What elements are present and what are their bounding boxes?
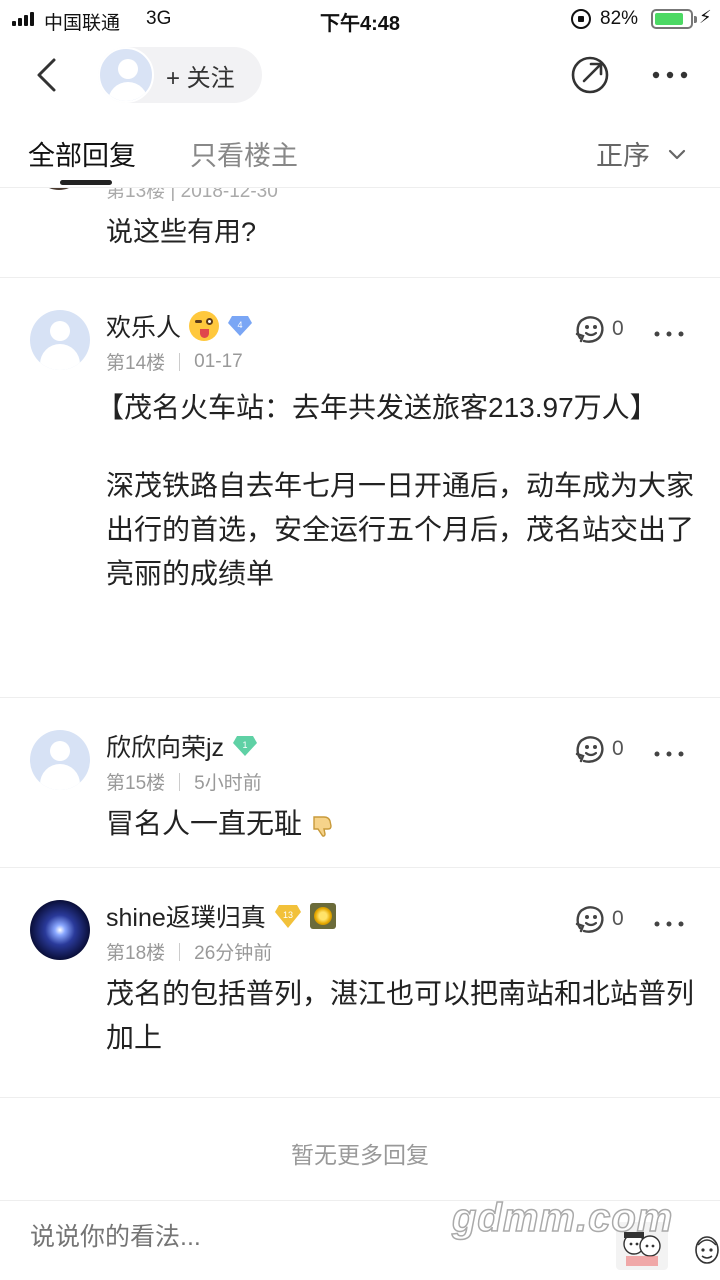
sort-order-label[interactable]: 正序 bbox=[596, 134, 650, 173]
level-number: 4 bbox=[238, 320, 243, 330]
floor-number: 第18楼 bbox=[106, 943, 166, 964]
watermark-text: gdmm.com bbox=[451, 1195, 674, 1241]
post-content: 茂名的包括普列，湛江也可以把南站和北站普列加上 bbox=[106, 972, 696, 1060]
status-bar: 中国联通 3G 下午4:48 82% ⚡ bbox=[0, 0, 720, 38]
battery-percent: 82% bbox=[600, 8, 639, 29]
post-more-icon[interactable] bbox=[654, 904, 684, 935]
level-diamond-icon: 4 bbox=[228, 316, 253, 336]
post-author: shine返璞归真 13 bbox=[106, 898, 336, 934]
author-avatar[interactable] bbox=[98, 47, 154, 103]
post-more-icon[interactable] bbox=[654, 314, 684, 345]
level-number: 13 bbox=[283, 910, 293, 920]
chevron-down-icon[interactable] bbox=[668, 146, 686, 164]
reply-post-18: shine返璞归真 13 第18楼 26分钟前 0 茂名的包括普列，湛江也可以把南… bbox=[0, 868, 720, 1098]
reply-post-15: 欣欣向荣jz 1 第15楼 5小时前 0 冒名人一直无耻 bbox=[0, 698, 720, 868]
post-author: 欢乐人 4 bbox=[106, 308, 253, 344]
user-avatar[interactable] bbox=[30, 730, 90, 790]
tab-op-only[interactable]: 只看楼主 bbox=[190, 134, 298, 173]
wink-tongue-emoji-icon bbox=[189, 311, 220, 341]
nav-bar: + 关注 bbox=[0, 38, 720, 112]
like-button[interactable]: 0 bbox=[574, 314, 624, 344]
active-tab-indicator bbox=[60, 180, 112, 185]
like-count: 0 bbox=[612, 907, 624, 930]
floor-number: 第15楼 bbox=[106, 773, 166, 794]
username[interactable]: shine返璞归真 bbox=[106, 898, 266, 934]
charging-icon: ⚡ bbox=[699, 7, 712, 27]
post-paragraph: 茂名的包括普列，湛江也可以把南站和北站普列加上 bbox=[106, 978, 695, 1053]
follow-label: + 关注 bbox=[166, 64, 235, 92]
floor-number: 第14楼 bbox=[106, 353, 166, 374]
follow-button[interactable]: + 关注 bbox=[98, 47, 262, 103]
like-count: 0 bbox=[612, 737, 624, 760]
username[interactable]: 欢乐人 bbox=[106, 308, 181, 344]
more-options-icon[interactable] bbox=[652, 60, 688, 90]
reply-filter-tabs: 全部回复 只看楼主 正序 bbox=[0, 112, 720, 188]
partial-post-text: 说这些有用? bbox=[106, 217, 257, 247]
like-button[interactable]: 0 bbox=[574, 734, 624, 764]
like-face-icon bbox=[575, 736, 604, 763]
post-meta: 第18楼 26分钟前 bbox=[106, 938, 272, 965]
post-content: 冒名人一直无耻 bbox=[106, 802, 696, 846]
thumbs-down-icon bbox=[313, 815, 332, 837]
post-author: 欣欣向荣jz 1 bbox=[106, 728, 258, 764]
like-face-icon bbox=[575, 316, 604, 343]
rotation-lock-icon bbox=[571, 9, 591, 29]
post-meta: 第14楼 01-17 bbox=[106, 348, 243, 375]
reply-post-14: 欢乐人 4 第14楼 01-17 0 【茂名火车站：去年共发送旅客213.97万人… bbox=[0, 278, 720, 698]
battery-icon bbox=[651, 9, 697, 29]
emoji-face-icon[interactable] bbox=[694, 1235, 720, 1265]
level-number: 1 bbox=[243, 740, 248, 750]
like-button[interactable]: 0 bbox=[574, 904, 624, 934]
back-icon[interactable] bbox=[30, 56, 66, 94]
no-more-replies: 暂无更多回复 bbox=[291, 1142, 429, 1168]
post-time: 5小时前 bbox=[194, 773, 262, 794]
comment-input[interactable] bbox=[30, 1223, 450, 1252]
tab-all-replies[interactable]: 全部回复 bbox=[28, 134, 136, 173]
post-paragraph: 深茂铁路自去年七月一日开通后，动车成为大家出行的首选，安全运行五个月后，茂名站交… bbox=[106, 470, 695, 589]
user-avatar[interactable] bbox=[30, 310, 90, 370]
post-paragraph: 【茂名火车站：去年共发送旅客213.97万人】 bbox=[96, 392, 658, 423]
like-count: 0 bbox=[612, 317, 624, 340]
post-text: 冒名人一直无耻 bbox=[106, 808, 303, 839]
user-avatar[interactable] bbox=[30, 900, 90, 960]
like-face-icon bbox=[575, 906, 604, 933]
level-diamond-icon: 13 bbox=[274, 905, 301, 928]
post-content: 【茂名火车站：去年共发送旅客213.97万人】 深茂铁路自去年七月一日开通后，动… bbox=[96, 386, 696, 596]
post-paragraph: 冒名人一直无耻 bbox=[106, 802, 696, 846]
share-icon[interactable] bbox=[570, 55, 610, 95]
username[interactable]: 欣欣向荣jz bbox=[106, 728, 224, 764]
level-diamond-icon: 1 bbox=[233, 736, 258, 756]
post-more-icon[interactable] bbox=[654, 734, 684, 765]
post-time: 01-17 bbox=[194, 350, 243, 372]
post-time: 26分钟前 bbox=[194, 943, 273, 964]
post-meta: 第15楼 5小时前 bbox=[106, 768, 262, 795]
medal-badge-icon bbox=[309, 903, 336, 929]
